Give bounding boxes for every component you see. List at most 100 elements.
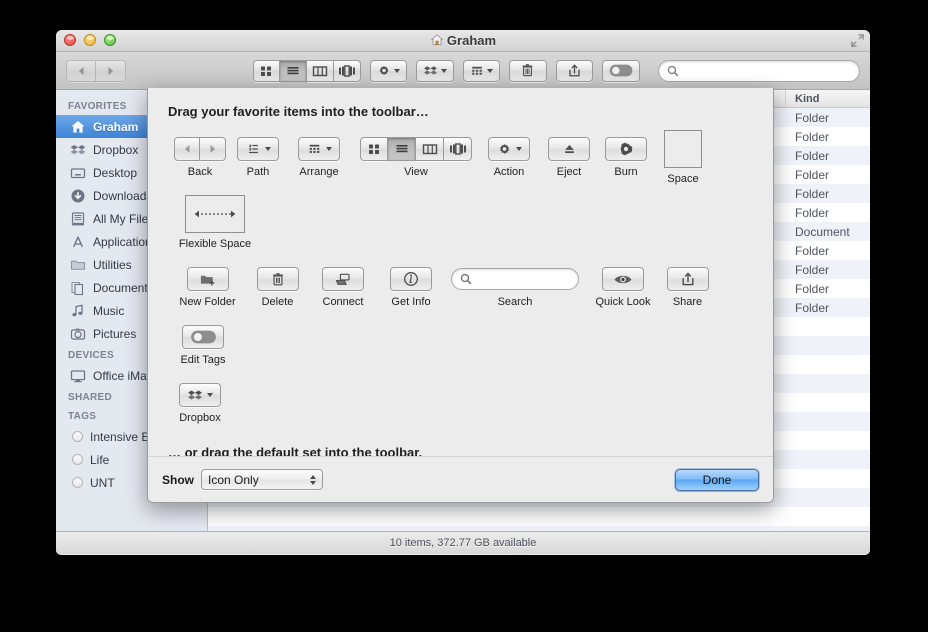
column-view-icon[interactable] (416, 137, 444, 161)
palette-item-get-info[interactable]: Get Info (378, 267, 444, 308)
search-input[interactable] (451, 268, 579, 290)
stepper-arrows-icon (310, 474, 316, 485)
palette-item-view[interactable]: View (354, 137, 478, 185)
palette-item-quick-look[interactable]: Quick Look (586, 267, 660, 308)
palette-item-space[interactable]: Space (654, 130, 712, 185)
sidebar-item-label: Documents (93, 280, 154, 295)
coverflow-view-icon[interactable] (333, 59, 361, 82)
back-button[interactable] (66, 59, 96, 82)
title-bar: Graham (56, 30, 870, 52)
cell-kind: Document (795, 224, 850, 239)
home-icon (430, 33, 444, 50)
back-button[interactable] (174, 137, 200, 161)
fullscreen-button[interactable] (850, 33, 865, 48)
back-forward-segment-icon[interactable] (174, 137, 226, 161)
sidebar-item-label: Graham (93, 119, 139, 134)
search-input[interactable] (657, 59, 861, 82)
eject-icon (564, 144, 574, 154)
chevron-down-icon (515, 147, 522, 151)
gear-icon (379, 65, 389, 75)
window-title: Graham (56, 33, 870, 50)
palette-item-label: Arrange (299, 166, 339, 178)
share-button[interactable] (555, 59, 594, 82)
forward-button[interactable] (200, 137, 226, 161)
palette-item-flexible-space[interactable]: Flexible Space (168, 195, 262, 250)
sidebar-item-label: Life (90, 452, 110, 467)
palette-item-label: Search (497, 296, 533, 308)
music-icon (70, 303, 86, 319)
cell-kind: Folder (795, 129, 830, 144)
palette-item-edit-tags[interactable]: Edit Tags (168, 325, 238, 366)
palette-row-3: Dropbox (168, 383, 753, 441)
chevron-down-icon (393, 68, 400, 73)
column-header-kind[interactable]: Kind (786, 90, 870, 107)
status-bar: 10 items, 372.77 GB available (56, 531, 870, 554)
column-view-icon[interactable] (306, 59, 334, 82)
coverflow-view-icon[interactable] (444, 137, 472, 161)
finder-window: Graham FAVORITES Graham Dropbox Desktop … (56, 30, 870, 555)
connect-icon (335, 273, 350, 285)
arrange-menu-button[interactable] (462, 59, 501, 82)
sidebar-item-label: All My Files (93, 211, 155, 226)
back-forward-segment[interactable] (66, 59, 126, 82)
palette-item-eject[interactable]: Eject (540, 137, 598, 185)
view-mode-segment[interactable] (252, 59, 361, 82)
done-button[interactable]: Done (675, 468, 759, 491)
palette-item-arrange[interactable]: Arrange (284, 137, 354, 185)
forward-button[interactable] (96, 59, 126, 82)
dropbox-icon (70, 142, 86, 158)
show-label: Show (162, 472, 194, 487)
icon-view-icon[interactable] (252, 59, 280, 82)
action-menu-button[interactable] (369, 59, 408, 82)
palette-item-connect[interactable]: Connect (308, 267, 378, 308)
cell-kind: Folder (795, 148, 830, 163)
palette-item-path[interactable]: Path (232, 137, 284, 185)
palette-item-label: Back (187, 166, 213, 178)
palette-item-dropbox[interactable]: Dropbox (168, 383, 232, 424)
view-segment-icon[interactable] (360, 137, 472, 161)
cell-kind: Folder (795, 262, 830, 277)
finder-toolbar (56, 52, 870, 90)
dropbox-menu-button[interactable] (416, 59, 454, 82)
done-button-label: Done (702, 472, 732, 487)
palette-item-share[interactable]: Share (660, 267, 715, 308)
palette-item-delete[interactable]: Delete (247, 267, 308, 308)
sidebar-item-label: Music (93, 303, 125, 318)
sidebar-item-label: Utilities (93, 257, 132, 272)
table-row[interactable] (208, 526, 870, 531)
palette-item-label: Delete (261, 296, 294, 308)
palette-item-label: Burn (614, 166, 638, 178)
flexible-space-icon[interactable] (185, 195, 245, 233)
palette-item-label: New Folder (179, 296, 236, 308)
palette-item-label: Dropbox (179, 412, 221, 424)
palette-item-back[interactable]: Back (168, 137, 232, 185)
chevron-down-icon (325, 147, 332, 151)
burn-icon (619, 142, 633, 156)
sheet-title-primary: Drag your favorite items into the toolba… (168, 104, 429, 119)
edit-tags-button[interactable] (602, 59, 640, 82)
palette-item-label: Quick Look (595, 296, 651, 308)
palette-item-burn[interactable]: Burn (598, 137, 654, 185)
cell-kind: Folder (795, 300, 830, 315)
arrange-grid-icon (471, 66, 482, 75)
space-icon[interactable] (664, 130, 702, 168)
palette-item-action[interactable]: Action (478, 137, 540, 185)
dropbox-icon (188, 389, 202, 399)
cell-kind: Folder (795, 205, 830, 220)
list-view-icon[interactable] (388, 137, 416, 161)
palette-item-new-folder[interactable]: New Folder (168, 267, 247, 308)
show-display-mode-select[interactable]: Icon Only (201, 469, 323, 490)
delete-button[interactable] (509, 59, 547, 82)
palette-item-label: Path (246, 166, 270, 178)
palette-item-label: Share (672, 296, 703, 308)
search-icon (667, 65, 678, 76)
table-row[interactable] (208, 507, 870, 526)
sheet-body: Drag your favorite items into the toolba… (148, 88, 773, 502)
show-display-mode-value: Icon Only (208, 472, 259, 487)
list-view-icon[interactable] (279, 59, 307, 82)
tag-dot-icon (72, 477, 83, 488)
tag-toggle-icon (609, 64, 633, 77)
icon-view-icon[interactable] (360, 137, 388, 161)
palette-item-search[interactable]: Search (444, 267, 586, 308)
customize-toolbar-sheet: Drag your favorite items into the toolba… (147, 88, 774, 503)
